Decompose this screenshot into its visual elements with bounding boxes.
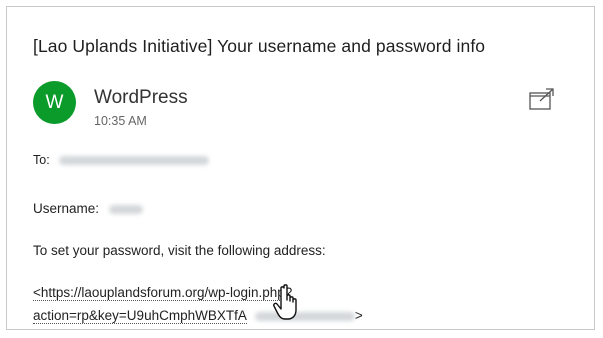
password-link-line2[interactable]: action=rp&key=U9uhCmphWBXTfA > <box>33 308 363 324</box>
password-reset-link-continued[interactable]: action=rp&key=U9uhCmphWBXTfA <box>33 308 247 324</box>
redacted-recipient <box>59 156 210 166</box>
password-link-line1[interactable]: <https://laouplandsforum.org/wp-login.ph… <box>33 285 293 301</box>
hand-pointer-cursor-icon <box>273 284 297 320</box>
redacted-username <box>108 204 143 214</box>
email-reading-pane: [Lao Uplands Initiative] Your username a… <box>6 6 595 330</box>
popout-window-icon[interactable] <box>528 86 556 112</box>
sender-name[interactable]: WordPress <box>94 87 188 109</box>
recipient-line: To: <box>33 153 210 167</box>
to-label: To: <box>33 153 50 167</box>
password-reset-link[interactable]: <https://laouplandsforum.org/wp-login.ph… <box>33 285 293 301</box>
username-label: Username: <box>33 201 100 216</box>
email-subject: [Lao Uplands Initiative] Your username a… <box>33 36 486 56</box>
instruction-text: To set your password, visit the followin… <box>33 243 326 258</box>
link-close-bracket: > <box>354 308 363 323</box>
avatar-initial: W <box>45 91 64 113</box>
sent-time: 10:35 AM <box>94 114 147 128</box>
sender-avatar[interactable]: W <box>33 81 76 124</box>
username-line: Username: <box>33 201 143 216</box>
